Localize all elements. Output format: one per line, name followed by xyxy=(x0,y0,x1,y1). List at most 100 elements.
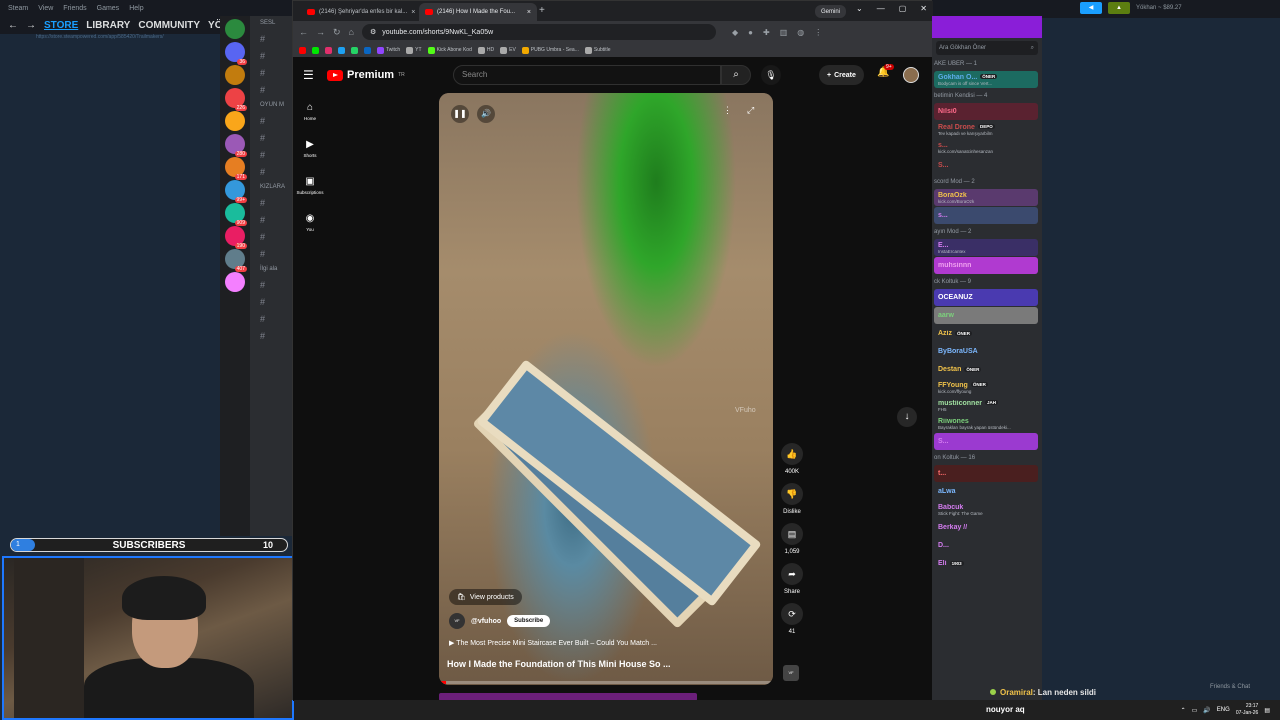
channel-item[interactable]: # xyxy=(250,211,292,228)
member-item[interactable]: Berkay // xyxy=(934,519,1038,536)
reload-icon[interactable]: ↻ xyxy=(333,27,341,38)
guide-you[interactable]: ◉ You xyxy=(293,204,327,241)
channel-name[interactable]: @vfuhoo xyxy=(471,618,501,625)
member-item[interactable]: E... InstaErcantex xyxy=(934,239,1038,256)
bookmark-icon[interactable] xyxy=(312,46,319,54)
bookmark-pubg[interactable]: PUBG Umbra - Sea... xyxy=(521,46,579,54)
member-item[interactable]: BoraOzk kick.com/BoraOzk xyxy=(934,189,1038,206)
new-tab-icon[interactable]: + xyxy=(539,5,545,16)
channel-item[interactable]: # xyxy=(250,194,292,211)
member-item[interactable]: Real Drone DEPO Tev kapadı ve karışıyarbil… xyxy=(934,121,1038,138)
channel-item[interactable]: # xyxy=(250,327,292,344)
steam-menu-item[interactable]: Steam xyxy=(8,5,28,12)
avatar[interactable] xyxy=(903,67,919,83)
fullscreen-icon[interactable]: ⤢ xyxy=(747,105,754,116)
member-item[interactable]: s... xyxy=(934,207,1038,224)
member-search-input[interactable]: Ara Gökhan Öner ⌕ xyxy=(936,41,1038,55)
bookmark-icon[interactable] xyxy=(299,46,306,54)
next-short-icon[interactable]: ↓ xyxy=(897,407,917,427)
bookmark-icon[interactable] xyxy=(351,46,358,54)
member-item[interactable]: FFYoung ÖNER kick.com/ffyoung xyxy=(934,379,1038,396)
browser-tab-1[interactable]: (2146) Şehriyar'da enfes bir kal... × xyxy=(301,3,419,21)
steam-menu-item[interactable]: View xyxy=(38,5,53,12)
broadcast-button[interactable]: ◀ xyxy=(1080,2,1102,14)
bookmark-twitch[interactable]: Twitch xyxy=(377,46,400,54)
steam-menu-item[interactable]: Friends xyxy=(63,5,86,12)
bookmark-hd[interactable]: HD xyxy=(477,46,494,54)
related-video-link[interactable]: ▶ The Most Precise Mini Staircase Ever B… xyxy=(449,639,657,647)
member-item[interactable]: Riiwones Bayrakları bayrak yapan üstündek… xyxy=(934,415,1038,432)
network-icon[interactable]: ▭ xyxy=(1192,707,1198,714)
close-icon[interactable]: ✕ xyxy=(920,4,927,13)
server-icon[interactable]: 171 xyxy=(225,157,247,180)
channel-avatar[interactable]: VF xyxy=(449,613,465,629)
steam-library-tab[interactable]: LIBRARY xyxy=(86,20,130,31)
member-item[interactable]: Gokhan O... ÖNER Bodycam is off since Vert… xyxy=(934,71,1038,88)
chat-user[interactable]: Oramiral xyxy=(1000,688,1033,697)
member-item[interactable]: Aziz ÖNER xyxy=(934,325,1038,342)
dislike-button[interactable]: 👎 Dislike xyxy=(779,483,805,517)
member-item[interactable]: s... kick.com/sanatcinhesanzan xyxy=(934,139,1038,156)
channel-item[interactable]: # xyxy=(250,129,292,146)
channel-item[interactable]: # xyxy=(250,30,292,47)
puzzle-icon[interactable]: ✚ xyxy=(763,28,770,37)
volume-icon[interactable]: 🔊 xyxy=(1203,707,1210,714)
extension-icon[interactable]: ◆ xyxy=(732,28,738,37)
bookmark-icon[interactable] xyxy=(338,46,345,54)
bookmark-yt[interactable]: YT xyxy=(406,46,422,54)
channel-item[interactable]: # xyxy=(250,310,292,327)
chevron-down-icon[interactable]: ⌄ xyxy=(856,4,863,13)
microphone-icon[interactable]: 🎙 xyxy=(761,65,781,85)
member-item[interactable]: ByBoraUSA xyxy=(934,343,1038,360)
site-info-icon[interactable]: ⚙ xyxy=(370,28,376,36)
profile-icon[interactable]: ◍ xyxy=(797,28,804,37)
bookmark-ev[interactable]: EV xyxy=(500,46,516,54)
notifications-bell-icon[interactable]: 🔔 9+ xyxy=(877,64,894,78)
channel-item[interactable]: # xyxy=(250,276,292,293)
bookmark-icon[interactable] xyxy=(364,46,371,54)
member-item[interactable]: Destan ÖNER xyxy=(934,361,1038,378)
back-icon[interactable]: ← xyxy=(8,20,18,31)
forward-icon[interactable]: → xyxy=(26,20,36,31)
youtube-logo[interactable]: Premium TR xyxy=(327,69,405,81)
member-item[interactable]: Nilsi0 xyxy=(934,103,1038,120)
server-icon[interactable]: 190 xyxy=(225,226,247,249)
friends-chat-button[interactable]: Friends & Chat xyxy=(1210,684,1250,690)
member-item[interactable]: aLwa xyxy=(934,483,1038,500)
channel-category[interactable]: SESL xyxy=(250,16,292,30)
guide-subscriptions[interactable]: ▣ Subscriptions xyxy=(293,167,327,204)
channel-item[interactable]: # xyxy=(250,146,292,163)
channel-item[interactable]: # xyxy=(250,64,292,81)
short-title[interactable]: How I Made the Foundation of This Mini H… xyxy=(447,659,671,669)
guide-home[interactable]: ⌂ Home xyxy=(293,93,327,130)
member-item[interactable]: t... xyxy=(934,465,1038,482)
pause-icon[interactable]: ❚❚ xyxy=(451,105,469,123)
share-button[interactable]: ➦ Share xyxy=(779,563,805,597)
channel-item[interactable]: # xyxy=(250,47,292,64)
minimize-icon[interactable]: — xyxy=(877,4,885,13)
steam-community-tab[interactable]: COMMUNITY xyxy=(138,20,200,31)
like-button[interactable]: 👍 400K xyxy=(779,443,805,477)
channel-category[interactable]: OYUN M xyxy=(250,98,292,112)
member-item[interactable]: Eli 1903 xyxy=(934,555,1038,572)
remix-button[interactable]: ⟳ 41 xyxy=(779,603,805,637)
channel-item[interactable]: # xyxy=(250,293,292,310)
bookmark-kick[interactable]: Kick Abone Kod xyxy=(427,46,472,54)
member-item[interactable]: OCEANUZ xyxy=(934,289,1038,306)
notifications-button[interactable]: ▲ xyxy=(1108,2,1130,14)
bookmark-icon[interactable] xyxy=(325,46,332,54)
chevron-up-icon[interactable]: ⌃ xyxy=(1181,707,1186,714)
bookmark-subtitle[interactable]: Subtitle xyxy=(584,46,611,54)
server-icon[interactable] xyxy=(225,19,245,39)
more-options-icon[interactable]: ⋮ xyxy=(723,105,732,116)
server-icon[interactable]: 36 xyxy=(225,42,247,65)
subscribe-button[interactable]: Subscribe xyxy=(507,615,551,627)
steam-store-tab[interactable]: STORE xyxy=(44,20,78,31)
close-tab-icon[interactable]: × xyxy=(411,9,415,16)
language-indicator[interactable]: ENG xyxy=(1217,707,1230,713)
steam-menu-item[interactable]: Help xyxy=(129,5,143,12)
comments-button[interactable]: ▤ 1,059 xyxy=(779,523,805,557)
channel-category[interactable]: KIZLARA xyxy=(250,180,292,194)
server-icon[interactable]: 280 xyxy=(225,134,247,157)
server-icon[interactable] xyxy=(225,65,245,85)
